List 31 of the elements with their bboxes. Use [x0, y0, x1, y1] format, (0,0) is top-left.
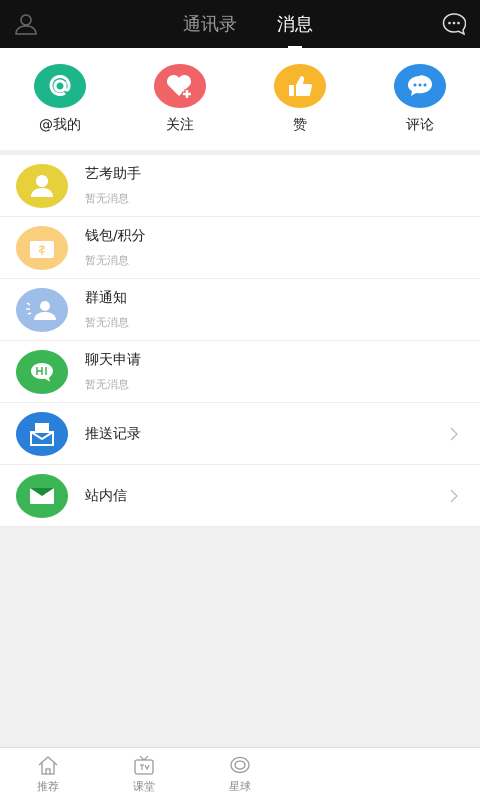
- list-row[interactable]: 推送记录: [0, 403, 480, 465]
- list-row[interactable]: 群通知 暂无消息: [0, 279, 480, 341]
- list-row[interactable]: 钱包/积分 暂无消息: [0, 217, 480, 279]
- list-row[interactable]: 艺考助手 暂无消息: [0, 155, 480, 217]
- item-subtitle: 暂无消息: [85, 191, 130, 206]
- shortcut-button[interactable]: 赞: [240, 48, 360, 150]
- chat-bubble-icon[interactable]: [442, 12, 466, 36]
- chevron-icon: [450, 488, 458, 502]
- ring-icon: [229, 754, 251, 776]
- shortcut-button[interactable]: 评论: [360, 48, 480, 150]
- item-title: 推送记录: [85, 424, 142, 442]
- nav-tab[interactable]: 推荐: [0, 748, 96, 800]
- item-title: 群通知: [85, 289, 128, 307]
- tv-icon: [133, 754, 155, 776]
- shortcut-button[interactable]: 关注: [120, 48, 240, 150]
- item-title: 钱包/积分: [85, 227, 147, 245]
- shortcut-button[interactable]: @我的: [0, 48, 120, 150]
- chevron-icon: [450, 426, 458, 440]
- profile-icon[interactable]: [14, 12, 38, 36]
- item-subtitle: 暂无消息: [85, 315, 130, 330]
- header-tab[interactable]: 通讯录: [183, 4, 237, 44]
- list-row[interactable]: 聊天申请 暂无消息: [0, 341, 480, 403]
- nav-tab[interactable]: 课堂: [96, 748, 192, 800]
- nav-tab[interactable]: 星球: [192, 748, 288, 800]
- home-icon: [37, 754, 59, 776]
- item-title: 艺考助手: [85, 165, 142, 183]
- item-title: 聊天申请: [85, 351, 142, 369]
- item-title: 站内信: [85, 486, 128, 504]
- item-subtitle: 暂无消息: [85, 253, 130, 268]
- item-subtitle: 暂无消息: [85, 377, 130, 392]
- list-row[interactable]: 站内信: [0, 465, 480, 527]
